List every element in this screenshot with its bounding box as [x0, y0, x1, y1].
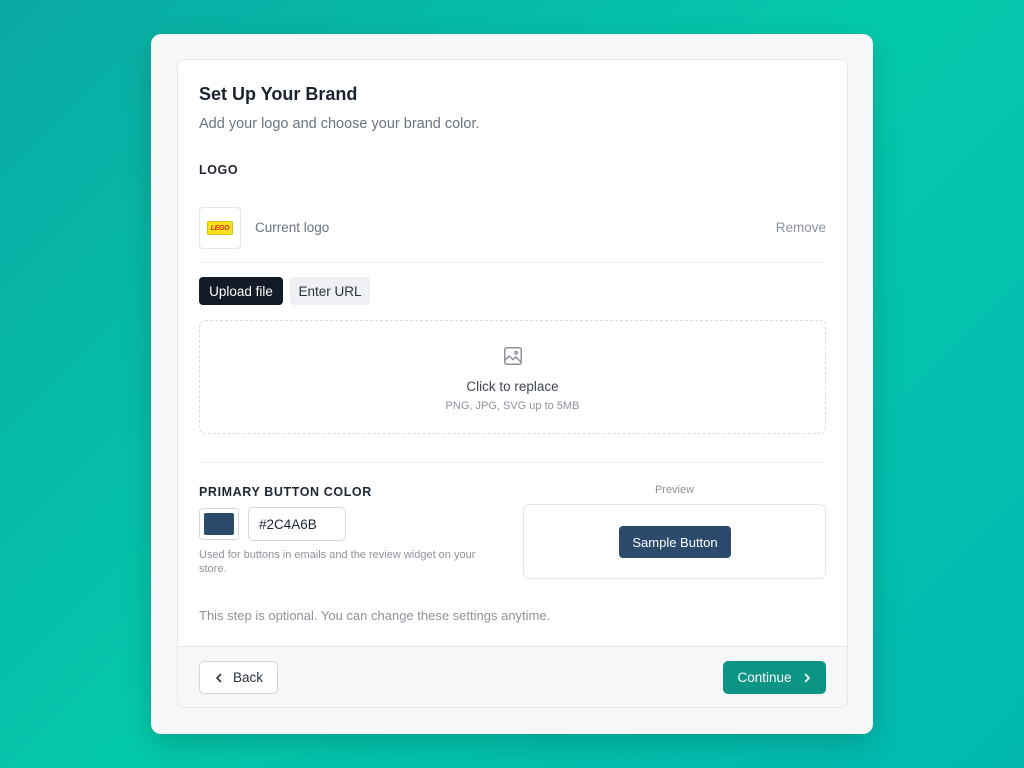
- brand-setup-card: Set Up Your Brand Add your logo and choo…: [177, 59, 848, 708]
- chevron-left-icon: [216, 673, 222, 682]
- chevron-right-icon: [804, 673, 810, 682]
- image-icon: [504, 347, 522, 365]
- page-subtitle: Add your logo and choose your brand colo…: [199, 116, 480, 132]
- button-color-section-label: PRIMARY BUTTON COLOR: [199, 485, 372, 499]
- continue-button[interactable]: Continue: [723, 661, 826, 694]
- optional-step-note: This step is optional. You can change th…: [199, 608, 551, 623]
- sample-button[interactable]: Sample Button: [619, 526, 731, 558]
- tab-enter-url[interactable]: Enter URL: [290, 277, 370, 305]
- current-logo-row: LEGO Current logo Remove: [199, 207, 826, 263]
- continue-button-label: Continue: [737, 670, 792, 685]
- page-title: Set Up Your Brand: [199, 84, 358, 104]
- logo-thumbnail: LEGO: [199, 207, 241, 249]
- logo-section-label: LOGO: [199, 163, 239, 177]
- dropzone-title: Click to replace: [466, 379, 559, 394]
- section-divider: [199, 462, 826, 463]
- brand-logo-image: LEGO: [207, 221, 233, 235]
- back-button[interactable]: Back: [199, 661, 278, 694]
- color-swatch-fill: [204, 513, 234, 535]
- modal-backdrop-panel: Set Up Your Brand Add your logo and choo…: [151, 34, 873, 734]
- remove-logo-button[interactable]: Remove: [776, 220, 826, 235]
- hex-color-input[interactable]: [248, 507, 346, 541]
- card-footer: Back Continue: [178, 646, 847, 707]
- logo-wordmark: LEGO: [210, 224, 230, 232]
- current-logo-label: Current logo: [255, 220, 330, 235]
- tab-upload-file[interactable]: Upload file: [199, 277, 283, 305]
- color-help-text: Used for buttons in emails and the revie…: [199, 549, 476, 575]
- button-preview-box: Sample Button: [523, 504, 826, 579]
- preview-label: Preview: [654, 484, 695, 496]
- logo-dropzone[interactable]: Click to replace PNG, JPG, SVG up to 5MB: [199, 320, 826, 434]
- dropzone-hint: PNG, JPG, SVG up to 5MB: [445, 400, 580, 412]
- back-button-label: Back: [232, 670, 263, 685]
- color-swatch-button[interactable]: [199, 508, 239, 540]
